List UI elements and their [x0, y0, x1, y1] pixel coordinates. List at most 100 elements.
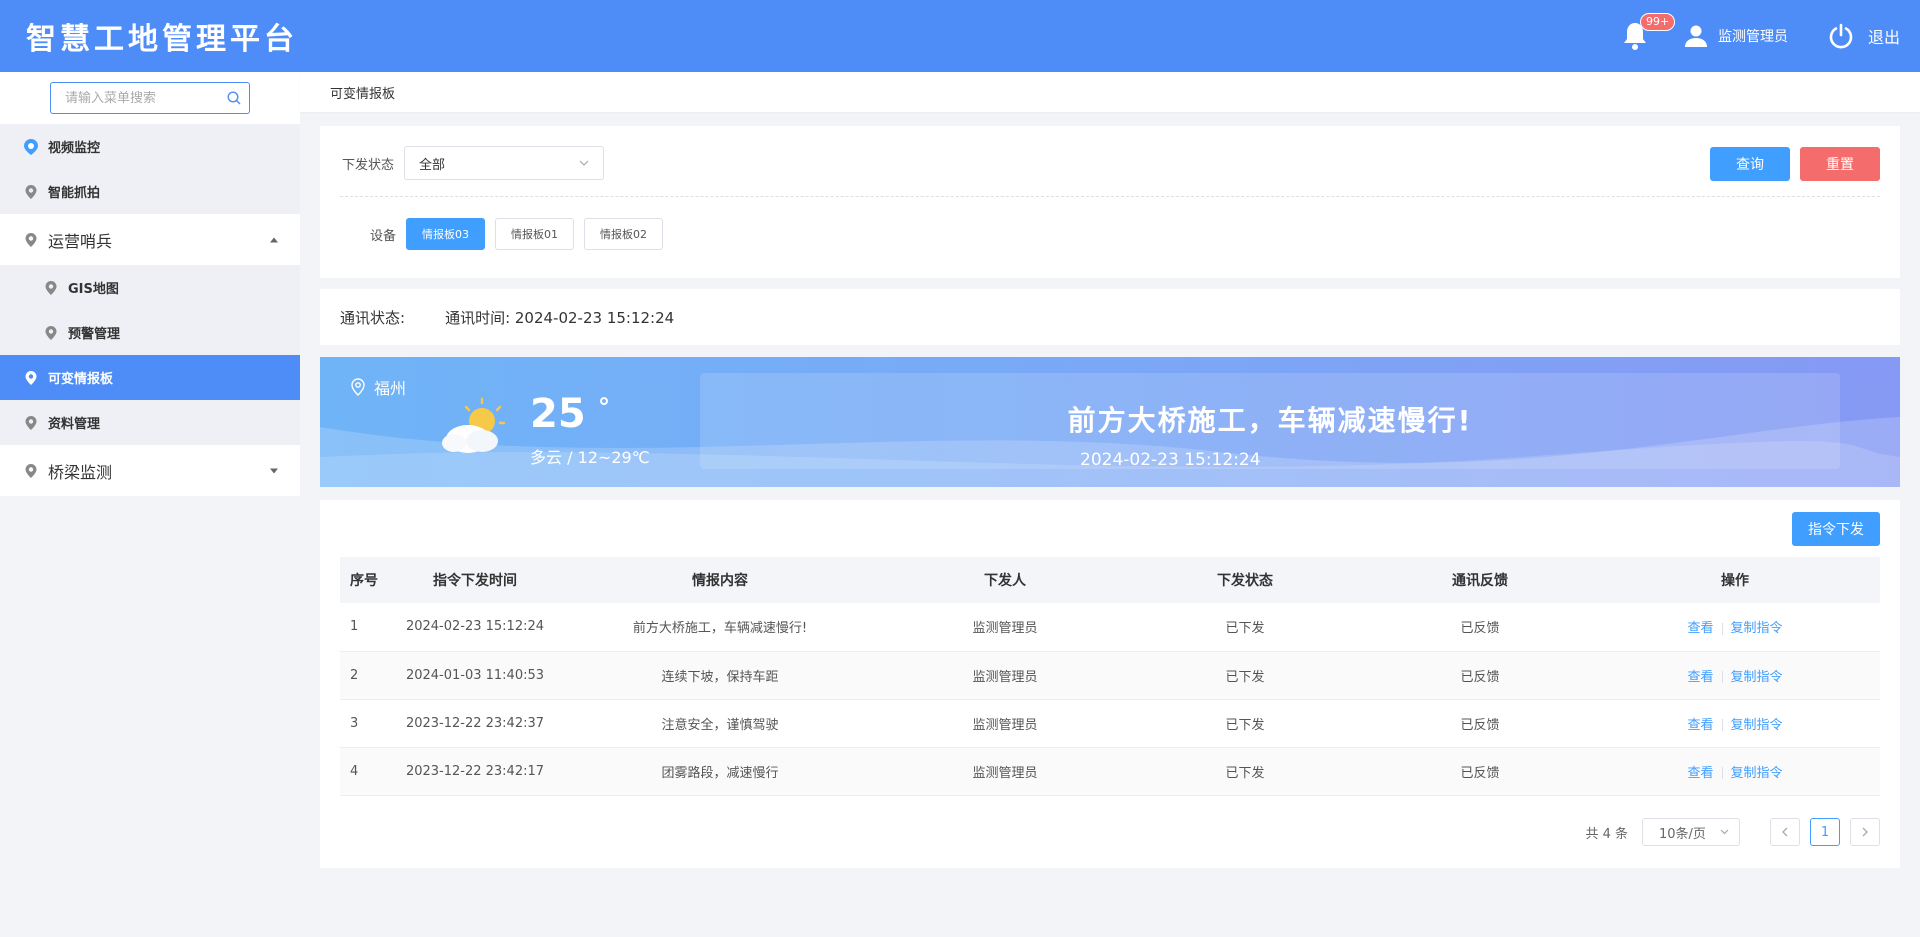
- action-separator: [1721, 622, 1723, 635]
- user-menu[interactable]: 监测管理员: [1684, 24, 1788, 48]
- temperature-value: 25: [530, 391, 586, 437]
- page-button-current[interactable]: 1: [1810, 818, 1840, 846]
- chevron-down-icon: [579, 160, 589, 166]
- cell-feedback: 已反馈: [1460, 765, 1500, 781]
- menu-search: [50, 82, 250, 114]
- cell-index: 3: [350, 715, 359, 731]
- power-icon: [1829, 23, 1853, 49]
- prev-page-button[interactable]: [1770, 818, 1800, 846]
- location-pin-icon: [45, 325, 57, 340]
- search-icon[interactable]: [227, 91, 241, 105]
- copy-command-link[interactable]: 复制指令: [1731, 718, 1783, 733]
- query-button[interactable]: 查询: [1710, 147, 1790, 181]
- cell-actions: 查看 复制指令: [1590, 747, 1880, 795]
- cell-index: 1: [350, 619, 359, 635]
- location-pin-icon: [25, 232, 37, 247]
- cell-status: 已下发: [1225, 621, 1265, 637]
- cell-content: 前方大桥施工，车辆减速慢行!: [632, 621, 808, 637]
- cell-user: 监测管理员: [972, 717, 1038, 733]
- sidebar-item-sentinel[interactable]: 运营哨兵: [0, 214, 300, 265]
- cell-feedback: 已反馈: [1460, 669, 1500, 685]
- sidebar: 视频监控 智能抓拍 运营哨兵 GIS地图 预警管理 可变情报板 资料管理 桥梁监…: [0, 72, 300, 937]
- copy-command-link[interactable]: 复制指令: [1731, 621, 1783, 636]
- comm-status-bar: 通讯状态: 通讯时间: 2024-02-23 15:12:24: [320, 289, 1900, 345]
- status-select[interactable]: 全部: [404, 146, 605, 180]
- view-link[interactable]: 查看: [1687, 718, 1713, 733]
- partly-cloudy-icon: [442, 397, 506, 453]
- copy-command-link[interactable]: 复制指令: [1731, 670, 1783, 685]
- cell-time: 2023-12-22 23:42:17: [405, 763, 545, 779]
- next-page-button[interactable]: [1850, 818, 1880, 846]
- chevron-left-icon: [1782, 827, 1788, 837]
- user-icon: [1684, 25, 1707, 47]
- cell-feedback: 已反馈: [1460, 621, 1500, 637]
- breadcrumb: 可变情报板: [300, 72, 1920, 112]
- page-size-select[interactable]: 10条/页: [1642, 818, 1740, 846]
- cell-actions: 查看 复制指令: [1590, 651, 1880, 699]
- table-row: 2 2024-01-03 11:40:53 连续下坡，保持车距 监测管理员 已下…: [340, 651, 1880, 699]
- app-title: 智慧工地管理平台: [26, 22, 298, 57]
- sidebar-item-label: 桥梁监测: [48, 462, 113, 482]
- location-pin-icon: [45, 280, 57, 295]
- cell-actions: 查看 复制指令: [1590, 699, 1880, 747]
- menu-search-area: [0, 72, 300, 124]
- view-link[interactable]: 查看: [1687, 766, 1713, 781]
- issue-command-button[interactable]: 指令下发: [1792, 512, 1880, 546]
- logout-button[interactable]: 退出: [1828, 23, 1900, 49]
- caret-up-icon: [270, 237, 278, 242]
- top-header: 智慧工地管理平台 99+ 监测管理员 退出: [0, 0, 1920, 72]
- location-pin-icon: [25, 184, 37, 199]
- header-actions: 99+ 监测管理员 退出: [1622, 0, 1900, 72]
- command-table-panel: 指令下发 序号 指令下发时间 情报内容 下发人 下发状态 通讯反馈 操作 1 2…: [320, 500, 1900, 868]
- caret-down-icon: [270, 468, 278, 473]
- sidebar-item-bridge[interactable]: 桥梁监测: [0, 445, 300, 496]
- col-header-content: 情报内容: [692, 573, 748, 589]
- cell-content: 连续下坡，保持车距: [661, 669, 779, 685]
- col-header-time: 指令下发时间: [433, 573, 517, 589]
- info-board-preview: 福州 25 ° 多云 / 12~29℃ 前方大桥施工，车辆减速慢行! 2024-…: [320, 357, 1900, 487]
- col-header-actions: 操作: [1721, 573, 1749, 589]
- reset-button[interactable]: 重置: [1800, 147, 1880, 181]
- filter-panel: 下发状态 全部 查询 重置 设备 情报板03 情报板01 情报板02: [320, 126, 1900, 278]
- sidebar-item-documents[interactable]: 资料管理: [0, 400, 300, 445]
- col-header-index: 序号: [350, 573, 378, 589]
- action-separator: [1721, 671, 1723, 683]
- sidebar-item-warning[interactable]: 预警管理: [0, 310, 300, 355]
- action-separator: [1721, 719, 1723, 731]
- temperature-unit: °: [598, 393, 610, 421]
- cell-actions: 查看 复制指令: [1590, 603, 1880, 651]
- comm-time: 通讯时间: 2024-02-23 15:12:24: [445, 308, 675, 327]
- cell-content: 注意安全，谨慎驾驶: [661, 717, 779, 733]
- cell-index: 4: [350, 763, 359, 779]
- status-select-value: 全部: [419, 157, 446, 173]
- cell-user: 监测管理员: [972, 765, 1038, 781]
- device-filter-label: 设备: [370, 228, 397, 244]
- device-chip-board01[interactable]: 情报板01: [495, 218, 575, 250]
- notification-badge: 99+: [1639, 13, 1676, 31]
- notification-button[interactable]: 99+: [1622, 13, 1676, 51]
- copy-command-link[interactable]: 复制指令: [1731, 766, 1783, 781]
- cell-time: 2024-01-03 11:40:53: [405, 667, 545, 683]
- sidebar-item-label: 资料管理: [48, 417, 101, 432]
- location-pin-icon: [25, 463, 37, 478]
- cell-content: 团雾路段，减速慢行: [661, 765, 779, 781]
- pagination: 共 4 条 10条/页 1: [1585, 818, 1880, 846]
- sidebar-item-label: GIS地图: [68, 282, 119, 297]
- menu-search-input[interactable]: [65, 90, 227, 106]
- action-separator: [1721, 767, 1723, 779]
- sidebar-item-info-board[interactable]: 可变情报板: [0, 355, 300, 400]
- device-chip-board03[interactable]: 情报板03: [406, 218, 486, 250]
- board-message: 前方大桥施工，车辆减速慢行!: [1067, 404, 1473, 437]
- device-chip-board02[interactable]: 情报板02: [584, 218, 664, 250]
- col-header-status: 下发状态: [1217, 573, 1273, 589]
- sidebar-item-gis[interactable]: GIS地图: [0, 265, 300, 310]
- table-row: 1 2024-02-23 15:12:24 前方大桥施工，车辆减速慢行! 监测管…: [340, 603, 1880, 651]
- view-link[interactable]: 查看: [1687, 670, 1713, 685]
- table-row: 3 2023-12-22 23:42:37 注意安全，谨慎驾驶 监测管理员 已下…: [340, 699, 1880, 747]
- view-link[interactable]: 查看: [1687, 621, 1713, 636]
- sidebar-item-video[interactable]: 视频监控: [0, 124, 300, 169]
- location-pin-icon: [25, 370, 37, 385]
- sidebar-item-capture[interactable]: 智能抓拍: [0, 169, 300, 214]
- device-filter: 设备 情报板03 情报板01 情报板02: [370, 218, 664, 250]
- table-header-row: 序号 指令下发时间 情报内容 下发人 下发状态 通讯反馈 操作: [340, 557, 1880, 603]
